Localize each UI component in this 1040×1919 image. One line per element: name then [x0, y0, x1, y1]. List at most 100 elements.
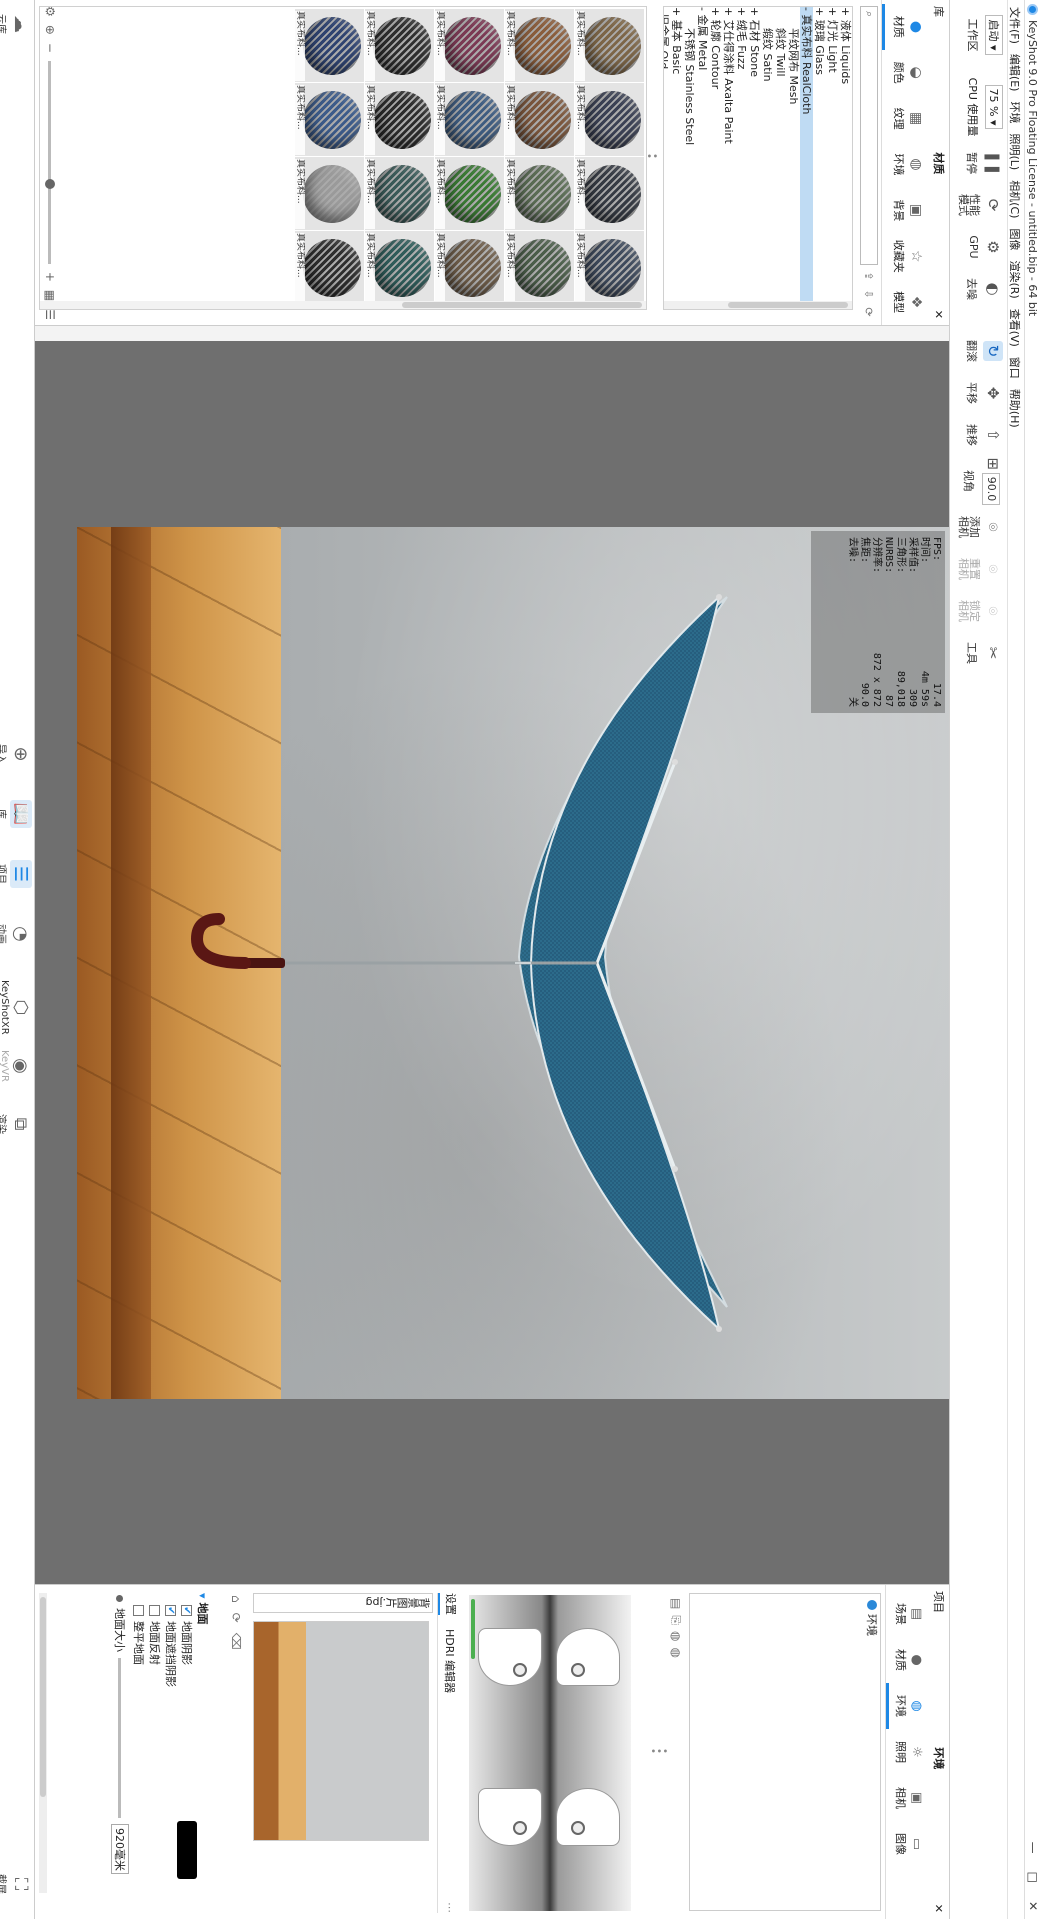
material-thumbnail[interactable]: 真实布料... [504, 231, 574, 305]
material-thumbnail[interactable]: 真实布料... [504, 9, 574, 83]
performance-mode-button[interactable]: ⟳ 性能 模式 [957, 184, 1003, 226]
minimize-button[interactable]: — [1026, 1842, 1040, 1854]
tree-item[interactable]: - 金属 Metal [696, 7, 709, 309]
menu-help[interactable]: 帮助(H) [1008, 384, 1024, 433]
cloud-library-button[interactable]: ☁ 云库 [0, 10, 32, 38]
add-camera-button[interactable]: ⌾ 添加 相机 [957, 506, 1003, 548]
tree-item[interactable]: 斜纹 Twill [774, 7, 787, 309]
material-thumbnail[interactable]: 真实布料... [294, 157, 364, 231]
ground-header[interactable]: ▾ 地面 [195, 1593, 211, 1913]
fov-input[interactable]: 90.0 [982, 472, 1001, 506]
tab-project-materials[interactable]: ● 材质 [886, 1637, 929, 1683]
panel-close-icon[interactable]: ✕ [933, 310, 946, 319]
render-button[interactable]: ⧉ 渲染 [0, 1110, 32, 1138]
menu-edit[interactable]: 编辑(E) [1008, 49, 1024, 97]
library-search-input[interactable]: ⌕ [860, 6, 878, 265]
material-thumbnail[interactable]: 真实布料... [504, 83, 574, 157]
checkbox[interactable] [133, 1605, 145, 1616]
slider-knob[interactable] [116, 1595, 124, 1602]
tumble-button[interactable]: ↻ 翻滚 [964, 330, 1003, 372]
tab-scene[interactable]: ▤ 场景 [886, 1591, 929, 1637]
ground-size-input[interactable]: 920毫米 [111, 1824, 129, 1874]
tab-materials[interactable]: ● 材质 [882, 4, 929, 50]
project-button[interactable]: ☰ 项目 [0, 860, 32, 888]
thumbnail-size-slider[interactable] [45, 60, 56, 264]
tree-item[interactable]: 缎纹 Satin [761, 7, 774, 309]
keyvr-button[interactable]: ◉ KeyVR [0, 1050, 32, 1082]
library-button[interactable]: 📖库 [0, 800, 32, 828]
dolly-button[interactable]: ⇧ 推移 [964, 414, 1003, 456]
ground-option[interactable]: 整平地面 [131, 1593, 147, 1913]
environment-item[interactable]: 环境 [864, 1594, 880, 1910]
menu-file[interactable]: 文件(F) [1008, 2, 1024, 49]
splitter-handle[interactable]: • • • [637, 150, 660, 162]
tree-item[interactable]: + 基本 Basic [670, 7, 683, 309]
pan-button[interactable]: ✥ 平移 [964, 372, 1003, 414]
tab-environments[interactable]: ◍ 环境 [882, 142, 929, 188]
menu-camera[interactable]: 相机(C) [1008, 175, 1024, 223]
delete-icon[interactable]: ⌫ [229, 1633, 243, 1650]
tree-item[interactable]: + 液体 Liquids [839, 7, 852, 309]
tree-item[interactable]: + 绒毛 Fuzz [735, 7, 748, 309]
project-scrollbar[interactable] [39, 1593, 47, 1893]
material-thumbnail[interactable]: 真实布料... [504, 157, 574, 231]
material-thumbnail[interactable]: 真实布料... [434, 83, 504, 157]
tab-image[interactable]: ▭ 图像 [886, 1821, 929, 1867]
project-close-icon[interactable]: ✕ [933, 1904, 946, 1913]
gpu-button[interactable]: ⚙ GPU [967, 226, 1003, 268]
hdri-preview[interactable] [469, 1595, 631, 1911]
menu-render[interactable]: 渲染(R) [1008, 255, 1024, 303]
material-thumbnail[interactable]: 真实布料... [434, 157, 504, 231]
menu-window[interactable]: 窗口 [1008, 352, 1024, 384]
tree-item[interactable]: 平纹网布 Mesh [787, 7, 800, 309]
checkbox[interactable]: ✔ [165, 1605, 177, 1616]
zoom-out-icon[interactable]: − [43, 43, 57, 53]
tab-textures[interactable]: ▦ 纹理 [882, 96, 929, 142]
pause-button[interactable]: ❚❚ 暂停 [964, 142, 1003, 184]
tools-button[interactable]: ✂ 工具 [964, 632, 1003, 674]
animation-button[interactable]: ◔ 动画 [0, 920, 32, 948]
tree-item[interactable]: + 轮廓 Contour [709, 7, 722, 309]
reset-camera-button[interactable]: ⌾ 重置 相机 [957, 548, 1003, 590]
import-button[interactable]: ⊕ 导入 [0, 740, 32, 768]
cpu-usage-select[interactable]: 75 % ▾ [985, 84, 1003, 130]
globe-delete-icon[interactable]: ◍ [668, 1647, 683, 1657]
tab-environment[interactable]: ◍ 环境 [886, 1683, 929, 1729]
close-button[interactable]: ✕ [1026, 1901, 1040, 1911]
tab-lighting[interactable]: ☼ 照明 [886, 1729, 929, 1775]
checkbox[interactable] [149, 1605, 161, 1616]
tab-models[interactable]: ❖ 模型 [882, 279, 929, 325]
tree-item[interactable]: 旧金属 Old [663, 7, 670, 309]
grid-scrollbar[interactable] [40, 301, 646, 309]
material-thumbnail[interactable]: 真实布料... [434, 9, 504, 83]
material-thumbnail[interactable]: 真实布料... [364, 157, 434, 231]
lock-camera-button[interactable]: ⌾ 锁定 相机 [957, 590, 1003, 632]
material-thumbnail[interactable]: 真实布料... [364, 9, 434, 83]
more-options-icon[interactable]: ⋯ [441, 1902, 457, 1913]
add-environment-icon[interactable]: ▤ [668, 1598, 683, 1609]
tree-scrollbar[interactable] [664, 301, 852, 309]
material-thumbnail[interactable]: 真实布料... [294, 9, 364, 83]
screenshot-button[interactable]: ⛶ 截屏 [0, 1870, 32, 1898]
tree-item[interactable]: 不锈钢 Stainless Steel [683, 7, 696, 309]
globe-add-icon[interactable]: ◍ [668, 1631, 683, 1641]
tree-item[interactable]: + 玻璃 Glass [813, 7, 826, 309]
keyshotxr-button[interactable]: ⬡ KeyShotXR [0, 980, 32, 1035]
material-thumbnail[interactable]: 真实布料... [574, 157, 644, 231]
material-thumbnail[interactable]: 真实布料... [364, 231, 434, 305]
ground-option[interactable]: 地面反射 [147, 1593, 163, 1913]
ground-size-slider[interactable] [118, 1658, 122, 1818]
menu-lighting[interactable]: 照明(L) [1008, 128, 1024, 175]
zoom-in-icon[interactable]: + [43, 272, 57, 282]
refresh-icon[interactable]: ⟳ [862, 305, 876, 319]
workspace-select[interactable]: 启动 ▾ [985, 15, 1003, 55]
tab-hdri-editor[interactable]: HDRI 编辑器 [439, 1629, 458, 1693]
tab-backplates[interactable]: ▣ 背景 [882, 187, 929, 233]
fov-control[interactable]: ⊞ 90.0 视角 [961, 456, 1003, 506]
grid-view-icon[interactable]: ▦ [43, 290, 57, 301]
denoise-button[interactable]: ◐ 去噪 [964, 268, 1003, 310]
settings-icon[interactable]: ⚙ [43, 6, 57, 17]
material-thumbnail[interactable]: 真实布料... [294, 83, 364, 157]
tree-item[interactable]: - 真实布料 RealCloth [800, 7, 813, 309]
download-icon[interactable]: ⇩ [862, 287, 876, 301]
